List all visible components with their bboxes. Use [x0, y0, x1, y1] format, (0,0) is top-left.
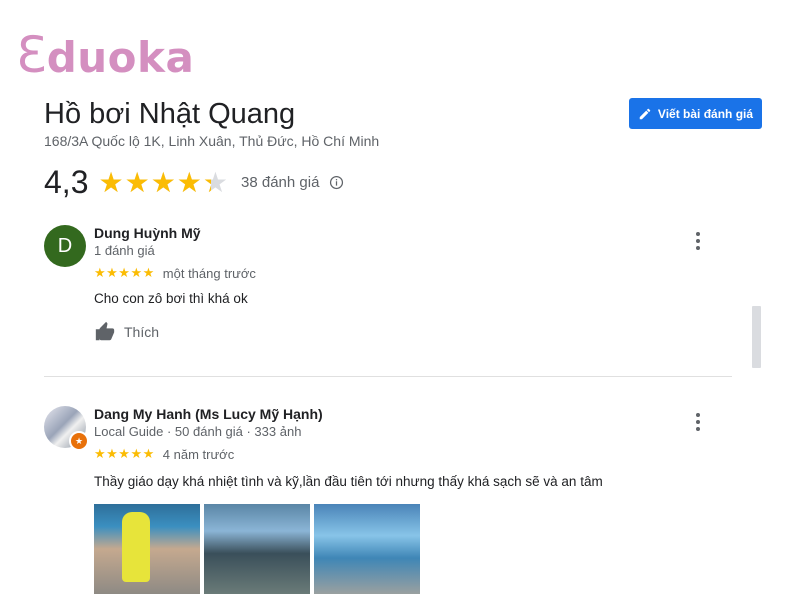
avatar[interactable]: ★	[44, 406, 89, 451]
rating-summary: 4,3 ★★★★★ ★★★★★ 38 đánh giá	[44, 164, 344, 201]
review-photo[interactable]	[204, 504, 310, 594]
info-icon[interactable]	[329, 175, 344, 190]
divider	[44, 376, 732, 377]
rating-value: 4,3	[44, 164, 89, 200]
review-photo[interactable]	[94, 504, 200, 594]
review-photo[interactable]	[314, 504, 420, 594]
review-photos	[94, 504, 420, 594]
review-item: ★ Dang My Hanh (Ms Lucy Mỹ Hạnh) Local G…	[44, 406, 734, 596]
reviewer-name[interactable]: Dung Huỳnh Mỹ	[94, 225, 201, 241]
avatar[interactable]: D	[44, 225, 86, 267]
reviewer-meta: 1 đánh giá	[94, 243, 155, 258]
write-review-label: Viết bài đánh giá	[657, 106, 754, 121]
review-stars: ★★★★★	[94, 265, 155, 280]
reviewer-meta: Local Guide · 50 đánh giá · 333 ảnh	[94, 424, 302, 439]
review-item: D Dung Huỳnh Mỹ 1 đánh giá ★★★★★ một thá…	[44, 225, 734, 355]
review-stars: ★★★★★	[94, 446, 155, 461]
like-label: Thích	[124, 324, 160, 340]
brand-logo: Ɛ duoka	[16, 30, 194, 83]
place-address: 168/3A Quốc lộ 1K, Linh Xuân, Thủ Đức, H…	[44, 133, 380, 149]
thumbs-up-icon	[95, 321, 115, 341]
rating-stars: ★★★★★ ★★★★★	[98, 166, 229, 198]
reviewer-name[interactable]: Dang My Hanh (Ms Lucy Mỹ Hạnh)	[94, 406, 323, 422]
scrollbar[interactable]	[752, 306, 761, 368]
more-vert-icon[interactable]	[690, 231, 706, 251]
review-text: Thầy giáo dạy khá nhiệt tình và kỹ,lần đ…	[94, 474, 603, 489]
more-vert-icon[interactable]	[690, 412, 706, 432]
review-count[interactable]: 38 đánh giá	[241, 174, 319, 191]
review-time: 4 năm trước	[162, 446, 235, 462]
review-rating: ★★★★★ 4 năm trước	[94, 446, 234, 462]
review-time: một tháng trước	[162, 265, 256, 281]
logo-text: duoka	[46, 33, 195, 82]
local-guide-star-icon: ★	[69, 431, 89, 451]
write-review-button[interactable]: Viết bài đánh giá	[629, 98, 762, 129]
pencil-icon	[639, 108, 651, 119]
review-text: Cho con zô bơi thì khá ok	[94, 291, 248, 306]
place-title: Hồ bơi Nhật Quang	[44, 98, 296, 130]
like-button[interactable]: Thích	[94, 321, 159, 343]
review-rating: ★★★★★ một tháng trước	[94, 265, 256, 281]
logo-initial: Ɛ	[16, 26, 47, 84]
